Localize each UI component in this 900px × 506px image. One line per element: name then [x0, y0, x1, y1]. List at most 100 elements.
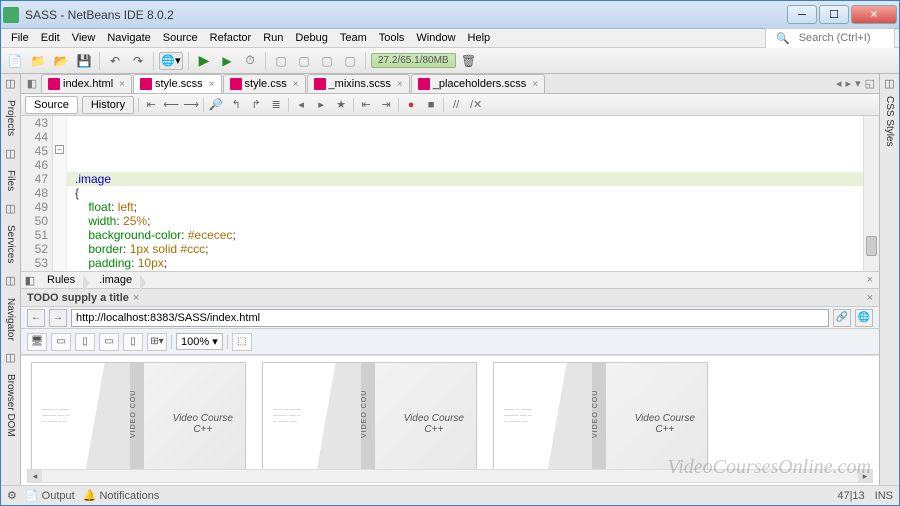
url-input[interactable]: [71, 309, 829, 327]
uncomment-icon[interactable]: /✕: [468, 97, 484, 113]
browser-back-button[interactable]: ←: [27, 309, 45, 327]
services-icon[interactable]: ◫: [4, 201, 18, 215]
run-icon[interactable]: ▶: [194, 51, 214, 71]
browser-preview[interactable]: ─── ─ ─────── ── ── ─── ── VIDEO COU Vid…: [21, 355, 879, 485]
fold-margin[interactable]: − −: [53, 116, 67, 271]
search-input[interactable]: [799, 32, 890, 44]
browser-select[interactable]: 🌐▾: [159, 52, 183, 70]
stop-icon[interactable]: ▢: [317, 51, 337, 71]
tab-scroll-right-icon[interactable]: ▸: [846, 77, 852, 90]
fold-toggle-icon[interactable]: −: [55, 145, 64, 154]
notifications-link[interactable]: 🔔 Notifications: [83, 489, 160, 502]
panel-close-icon[interactable]: ×: [867, 292, 873, 304]
inspect-mode-icon[interactable]: 🔗: [833, 309, 851, 327]
breadcrumb-close-icon[interactable]: ×: [861, 274, 879, 286]
insert-mode[interactable]: INS: [875, 490, 893, 502]
new-file-icon[interactable]: 📄: [5, 51, 25, 71]
selection-mode-icon[interactable]: ⬚: [232, 333, 252, 351]
browser-forward-button[interactable]: →: [49, 309, 67, 327]
menu-run[interactable]: Run: [257, 30, 289, 46]
history-view-button[interactable]: History: [82, 96, 134, 114]
menu-edit[interactable]: Edit: [35, 30, 66, 46]
forward-icon[interactable]: ⟶: [183, 97, 199, 113]
memory-indicator[interactable]: 27.2/65.1/80MB: [371, 53, 456, 68]
attach-icon[interactable]: ▢: [340, 51, 360, 71]
find-prev-icon[interactable]: ↰: [228, 97, 244, 113]
tasks-icon[interactable]: ⚙: [7, 489, 17, 502]
undo-icon[interactable]: ↶: [105, 51, 125, 71]
tab-mixins-scss[interactable]: _mixins.scss×: [307, 74, 410, 93]
macro-stop-icon[interactable]: ■: [423, 97, 439, 113]
debug-icon[interactable]: ▶: [217, 51, 237, 71]
redo-icon[interactable]: ↷: [128, 51, 148, 71]
sidebar-files[interactable]: Files: [4, 164, 17, 197]
projects-icon[interactable]: ◫: [4, 76, 18, 90]
scroll-right-icon[interactable]: ▸: [858, 470, 872, 482]
css-styles-icon[interactable]: ◫: [883, 76, 897, 90]
sidebar-css-styles[interactable]: CSS Styles: [883, 90, 896, 153]
navigator-pin-icon[interactable]: ◧: [21, 274, 39, 287]
find-next-icon[interactable]: ↱: [248, 97, 264, 113]
code-editor[interactable]: 4344454647484950515253545556 − − .image{…: [21, 116, 879, 271]
menu-navigate[interactable]: Navigate: [101, 30, 156, 46]
preview-horizontal-scrollbar[interactable]: ◂ ▸: [27, 469, 873, 483]
menu-tools[interactable]: Tools: [373, 30, 411, 46]
find-selection-icon[interactable]: 🔎: [208, 97, 224, 113]
search-box[interactable]: 🔍: [765, 28, 895, 49]
files-icon[interactable]: ◫: [4, 146, 18, 160]
output-link[interactable]: 📄 Output: [25, 489, 75, 502]
tab-scroll-left-icon[interactable]: ◂: [836, 77, 842, 90]
comment-icon[interactable]: //: [448, 97, 464, 113]
preview-tab-close-icon[interactable]: ×: [133, 292, 139, 304]
sidebar-navigator[interactable]: Navigator: [4, 292, 17, 347]
tab-close-icon[interactable]: ×: [209, 79, 215, 90]
tab-close-icon[interactable]: ×: [293, 79, 299, 90]
tab-index-html[interactable]: index.html×: [41, 74, 132, 93]
maximize-editor-icon[interactable]: ◱: [865, 77, 875, 90]
editor-scrollbar[interactable]: [863, 116, 879, 271]
device-tablet-landscape-icon[interactable]: ▭: [51, 333, 71, 351]
device-desktop-icon[interactable]: 🖥: [27, 333, 47, 351]
minimize-button[interactable]: ─: [787, 5, 817, 24]
next-bookmark-icon[interactable]: ▸: [313, 97, 329, 113]
menu-refactor[interactable]: Refactor: [204, 30, 258, 46]
device-phone-landscape-icon[interactable]: ▭: [99, 333, 119, 351]
source-view-button[interactable]: Source: [25, 96, 78, 114]
device-fit-icon[interactable]: ⊞▾: [147, 333, 167, 351]
clean-build-icon[interactable]: ▢: [294, 51, 314, 71]
profile-icon[interactable]: ⏱: [240, 51, 260, 71]
last-edit-icon[interactable]: ⇤: [143, 97, 159, 113]
browser-dom-icon[interactable]: ◫: [4, 350, 18, 364]
build-icon[interactable]: ▢: [271, 51, 291, 71]
zoom-select[interactable]: 100% ▾: [176, 333, 223, 350]
scroll-left-icon[interactable]: ◂: [28, 470, 42, 482]
shift-right-icon[interactable]: ⇥: [378, 97, 394, 113]
shift-left-icon[interactable]: ⇤: [358, 97, 374, 113]
maximize-button[interactable]: ☐: [819, 5, 849, 24]
tab-close-icon[interactable]: ×: [532, 79, 538, 90]
gc-icon[interactable]: 🗑: [459, 51, 479, 71]
close-button[interactable]: ✕: [851, 5, 897, 24]
save-all-icon[interactable]: 💾: [74, 51, 94, 71]
menu-source[interactable]: Source: [157, 30, 204, 46]
macro-record-icon[interactable]: ●: [403, 97, 419, 113]
new-project-icon[interactable]: 📁: [28, 51, 48, 71]
tab-list-icon[interactable]: ▾: [855, 77, 861, 90]
breadcrumb-image[interactable]: .image: [91, 274, 140, 286]
sidebar-services[interactable]: Services: [4, 219, 17, 269]
back-icon[interactable]: ⟵: [163, 97, 179, 113]
device-tablet-portrait-icon[interactable]: ▯: [75, 333, 95, 351]
menu-team[interactable]: Team: [334, 30, 373, 46]
sidebar-projects[interactable]: Projects: [4, 94, 17, 142]
breadcrumb-rules[interactable]: Rules: [39, 274, 83, 286]
tab-style-scss[interactable]: style.scss×: [133, 74, 222, 93]
scrollbar-thumb[interactable]: [866, 236, 877, 256]
navigator-icon[interactable]: ◫: [4, 274, 18, 288]
menu-help[interactable]: Help: [462, 30, 497, 46]
external-browser-icon[interactable]: 🌐: [855, 309, 873, 327]
menu-view[interactable]: View: [66, 30, 102, 46]
code-content[interactable]: .image{ float: left; width: 25%; backgro…: [67, 116, 863, 271]
menu-file[interactable]: File: [5, 30, 35, 46]
sidebar-browser-dom[interactable]: Browser DOM: [4, 368, 17, 443]
device-phone-portrait-icon[interactable]: ▯: [123, 333, 143, 351]
